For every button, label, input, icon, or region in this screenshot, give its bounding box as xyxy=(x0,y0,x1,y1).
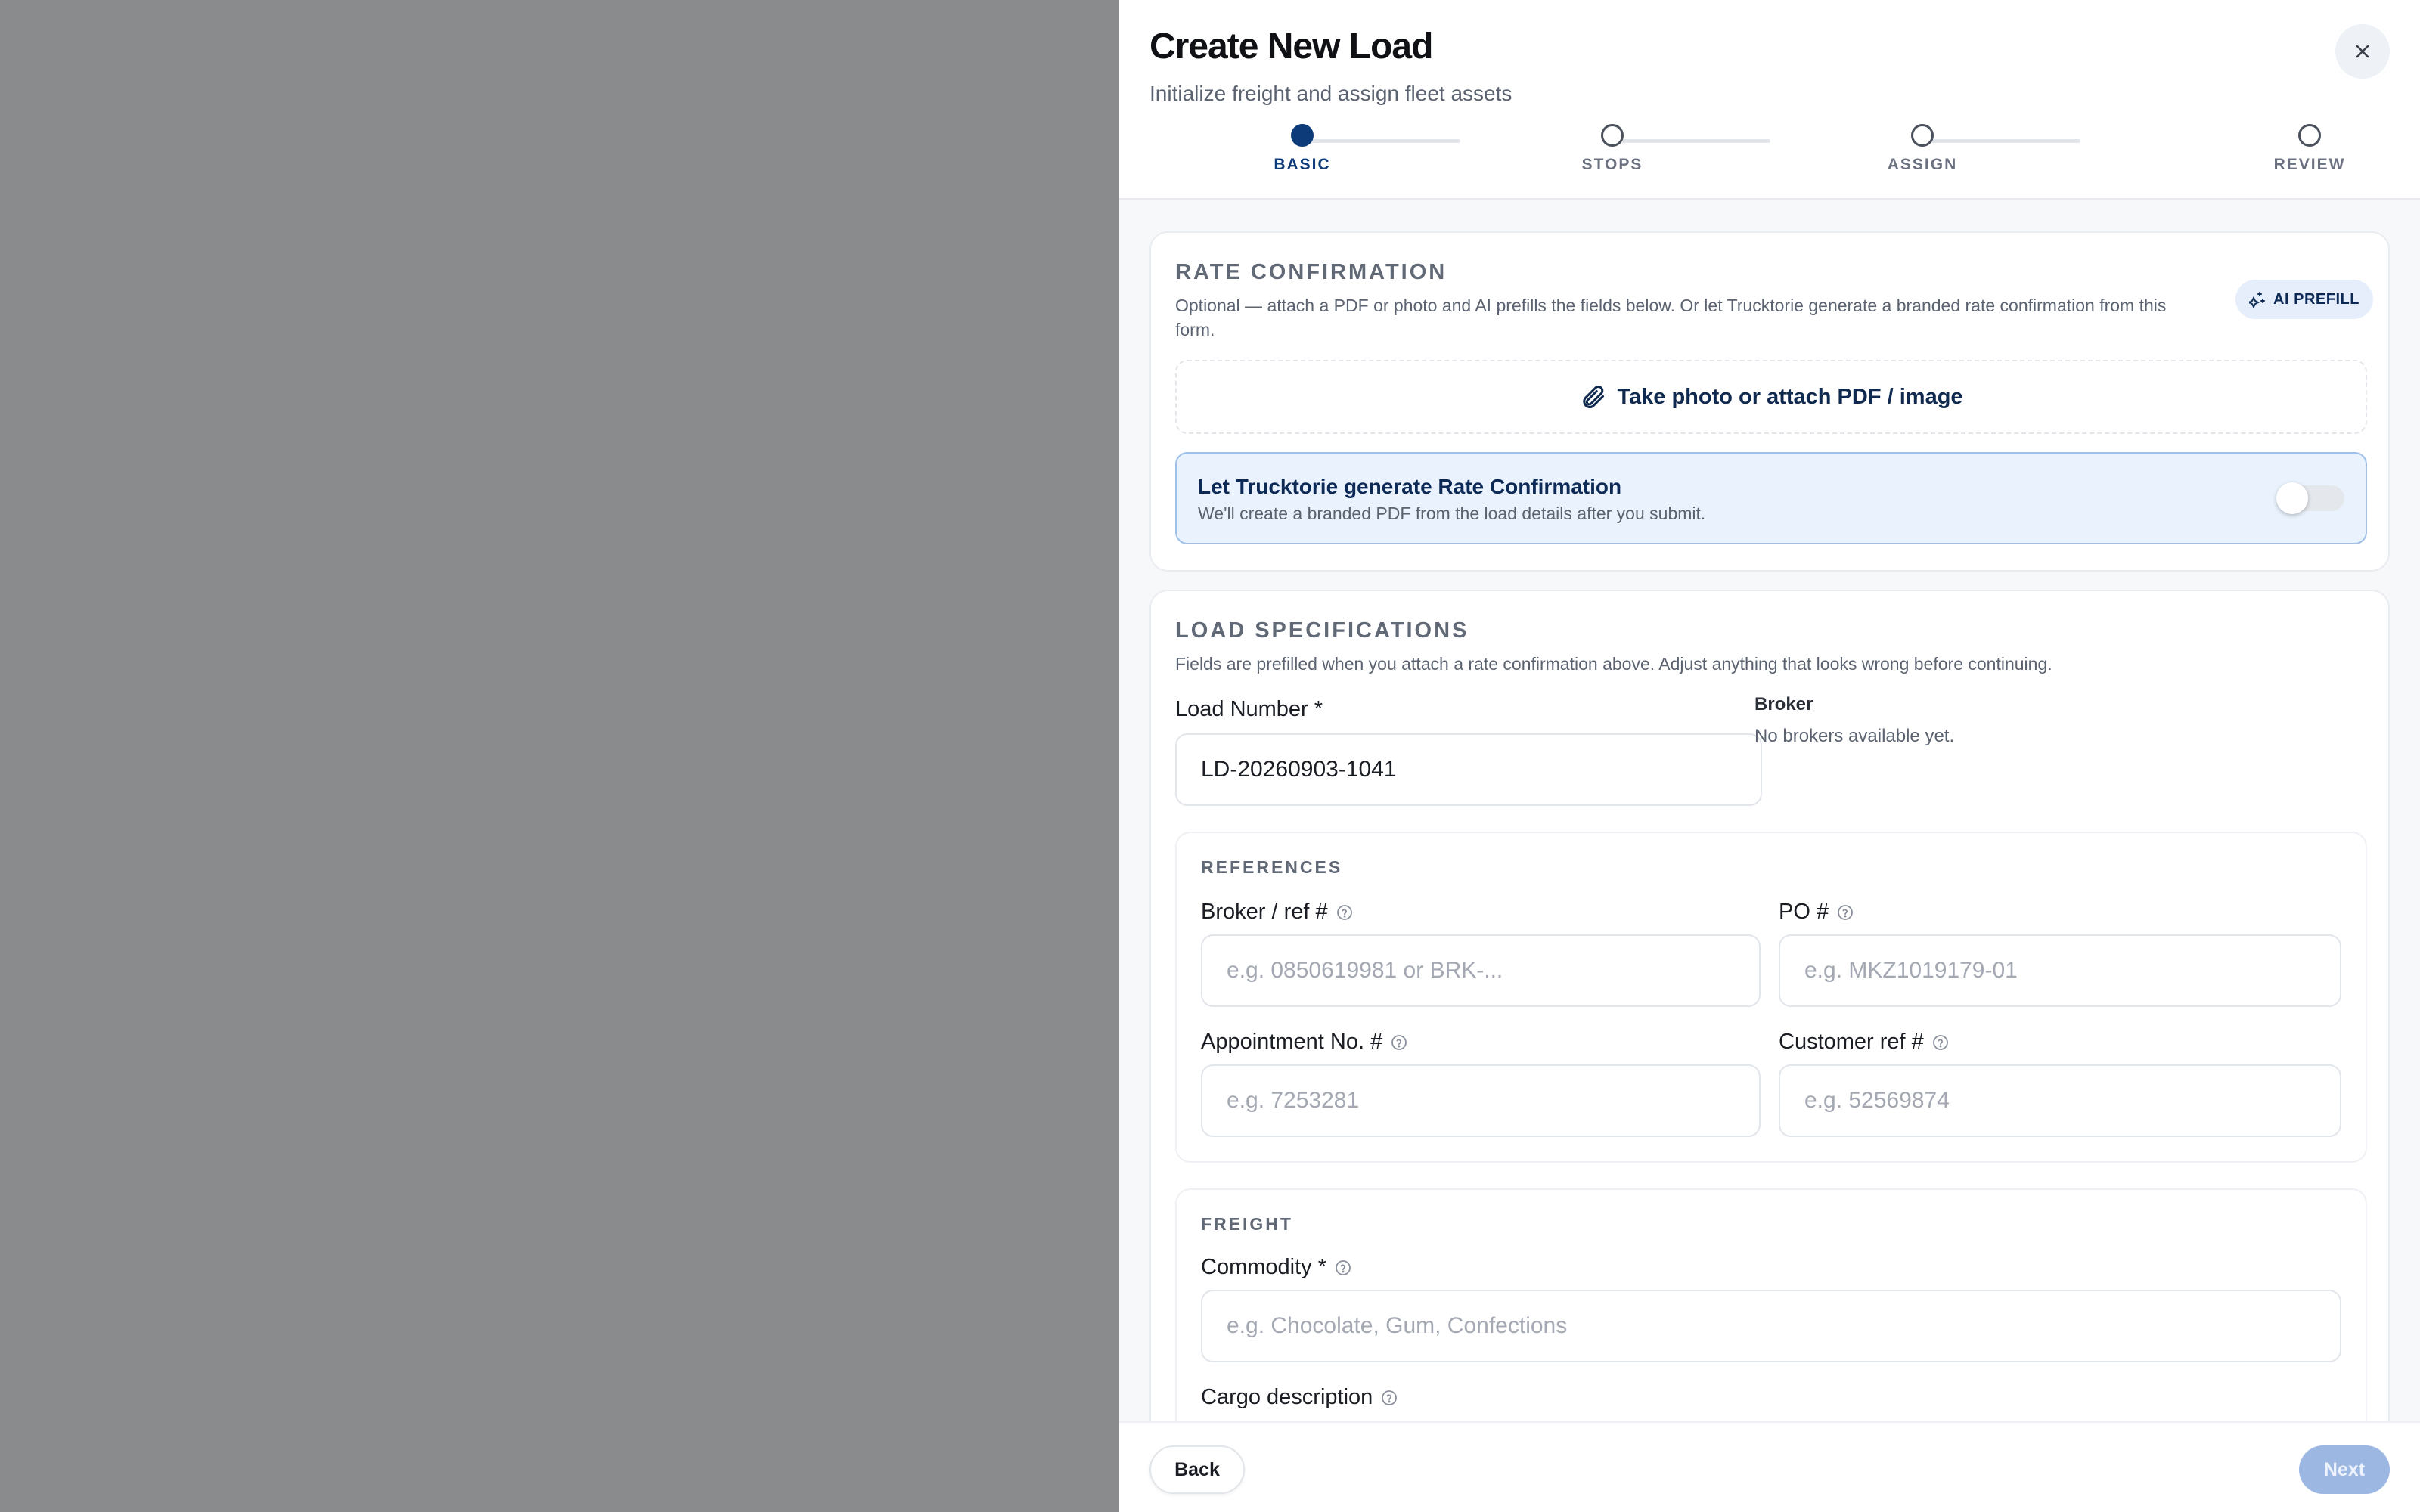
broker-ref-label: Broker / ref # xyxy=(1201,900,1328,924)
cargo-label-row: Cargo description xyxy=(1201,1385,1398,1410)
create-load-drawer: Create New Load Initialize freight and a… xyxy=(1119,0,2420,1512)
step-label: STOPS xyxy=(1581,156,1643,173)
drawer-header: Create New Load Initialize freight and a… xyxy=(1119,0,2420,200)
step-basic[interactable]: BASIC xyxy=(1227,124,1378,174)
section-title: RATE CONFIRMATION xyxy=(1175,260,1447,284)
broker-ref-label-row: Broker / ref # xyxy=(1201,900,1354,925)
section-description: Fields are prefilled when you attach a r… xyxy=(1175,654,2052,674)
references-section: REFERENCES Broker / ref # PO # Appointme… xyxy=(1175,832,2367,1163)
back-button[interactable]: Back xyxy=(1150,1445,1245,1494)
generate-description: We'll create a branded PDF from the load… xyxy=(1198,503,1706,523)
step-stops[interactable]: STOPS xyxy=(1537,124,1688,174)
modal-backdrop[interactable] xyxy=(0,0,1119,1512)
step-review[interactable]: REVIEW xyxy=(2234,124,2385,174)
help-circle-icon[interactable] xyxy=(1836,903,1854,922)
close-icon xyxy=(2356,45,2369,58)
broker-empty-text: No brokers available yet. xyxy=(1754,726,1955,746)
help-circle-icon[interactable] xyxy=(1336,903,1354,922)
references-title: REFERENCES xyxy=(1201,857,1343,877)
generate-title: Let Trucktorie generate Rate Confirmatio… xyxy=(1198,475,1622,498)
paperclip-icon xyxy=(1583,385,1605,408)
ai-prefill-label: AI PREFILL xyxy=(2273,290,2360,308)
help-circle-icon[interactable] xyxy=(1334,1259,1352,1277)
progress-stepper: BASIC STOPS ASSIGN REVIEW xyxy=(1119,124,2420,184)
commodity-input[interactable] xyxy=(1201,1290,2341,1362)
load-number-label: Load Number * xyxy=(1175,697,1323,721)
step-indicator-icon xyxy=(1601,124,1624,147)
generate-rate-confirmation-box: Let Trucktorie generate Rate Confirmatio… xyxy=(1175,452,2367,544)
step-indicator-icon xyxy=(1291,124,1314,147)
step-label: REVIEW xyxy=(2273,156,2346,173)
sparkle-icon xyxy=(2249,292,2266,308)
load-specifications-card: LOAD SPECIFICATIONS Fields are prefilled… xyxy=(1150,590,2390,1506)
close-button[interactable] xyxy=(2335,24,2390,79)
help-circle-icon[interactable] xyxy=(1380,1389,1398,1407)
po-input[interactable] xyxy=(1779,934,2341,1007)
attach-file-button[interactable]: Take photo or attach PDF / image xyxy=(1175,360,2367,434)
page-title: Create New Load xyxy=(1150,26,1433,67)
po-label: PO # xyxy=(1779,900,1829,924)
next-button[interactable]: Next xyxy=(2299,1445,2390,1494)
step-indicator-icon xyxy=(2298,124,2321,147)
rate-confirmation-card: RATE CONFIRMATION Optional — attach a PD… xyxy=(1150,231,2390,572)
attach-label: Take photo or attach PDF / image xyxy=(1617,384,1963,409)
cargo-description-label: Cargo description xyxy=(1201,1385,1373,1409)
generate-toggle[interactable] xyxy=(2276,482,2344,514)
drawer-footer: Back Next xyxy=(1119,1421,2420,1512)
customer-ref-label-row: Customer ref # xyxy=(1779,1030,1950,1055)
toggle-knob xyxy=(2276,482,2308,514)
appointment-label: Appointment No. # xyxy=(1201,1030,1383,1054)
step-assign[interactable]: ASSIGN xyxy=(1847,124,1998,174)
broker-ref-input[interactable] xyxy=(1201,934,1761,1007)
step-label: BASIC xyxy=(1274,156,1331,173)
broker-label: Broker xyxy=(1754,694,1813,714)
load-number-input[interactable] xyxy=(1175,733,1762,806)
section-title: LOAD SPECIFICATIONS xyxy=(1175,618,1469,643)
customer-ref-input[interactable] xyxy=(1779,1064,2341,1137)
section-description: Optional — attach a PDF or photo and AI … xyxy=(1175,296,2167,339)
appointment-input[interactable] xyxy=(1201,1064,1761,1137)
appointment-label-row: Appointment No. # xyxy=(1201,1030,1408,1055)
step-label: ASSIGN xyxy=(1887,156,1958,173)
help-circle-icon[interactable] xyxy=(1390,1033,1408,1052)
commodity-label-row: Commodity * xyxy=(1201,1255,1352,1280)
page-subtitle: Initialize freight and assign fleet asse… xyxy=(1150,82,1512,105)
customer-ref-label: Customer ref # xyxy=(1779,1030,1924,1054)
ai-prefill-badge[interactable]: AI PREFILL xyxy=(2235,280,2373,319)
help-circle-icon[interactable] xyxy=(1931,1033,1950,1052)
commodity-label: Commodity * xyxy=(1201,1255,1326,1279)
freight-title: FREIGHT xyxy=(1201,1214,1293,1234)
po-label-row: PO # xyxy=(1779,900,1854,925)
step-indicator-icon xyxy=(1911,124,1934,147)
